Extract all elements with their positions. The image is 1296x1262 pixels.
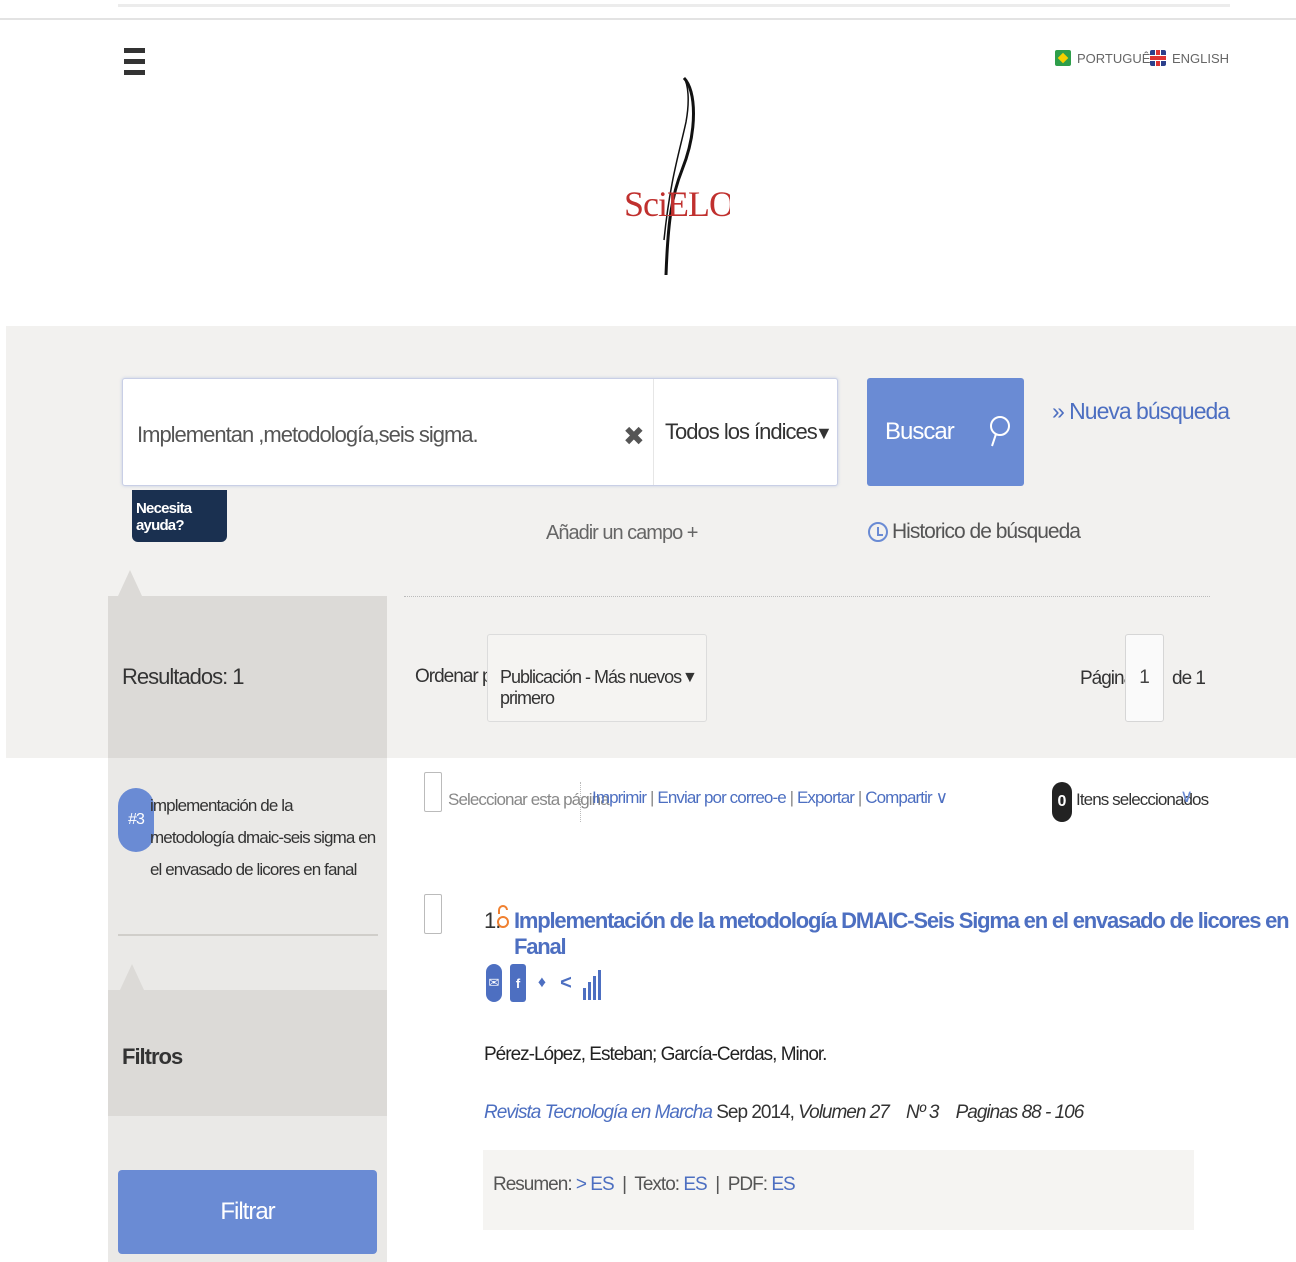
top-divider xyxy=(118,4,1230,7)
metrics-icon[interactable] xyxy=(582,964,602,1002)
result-checkbox[interactable] xyxy=(424,894,442,934)
select-page-checkbox[interactable] xyxy=(424,772,442,812)
language-portuguese[interactable]: PORTUGUÊS xyxy=(1055,50,1159,66)
link-separator: | xyxy=(789,788,794,807)
search-box: ✖ Todos los índices ▼ xyxy=(122,378,838,486)
result-source: Revista Tecnología en Marcha Sep 2014, V… xyxy=(484,1102,1085,1124)
language-english[interactable]: ENGLISH xyxy=(1150,50,1229,66)
link-separator: | xyxy=(650,788,654,807)
query-history-text[interactable]: implementación de la metodología dmaic-s… xyxy=(150,790,380,886)
page-input[interactable]: 1 xyxy=(1125,634,1164,722)
share-icon[interactable]: < xyxy=(558,964,574,1002)
results-divider xyxy=(404,596,1210,597)
panel-pointer xyxy=(120,964,144,990)
result-title-link[interactable]: Implementación de la metodología DMAIC-S… xyxy=(514,908,1296,960)
email-link[interactable]: Enviar por correo-e xyxy=(657,788,786,807)
query-history-panel: #3 implementación de la metodología dmai… xyxy=(108,758,387,990)
new-search-link[interactable]: » Nueva búsqueda xyxy=(1052,398,1230,425)
filters-panel: Filtros xyxy=(108,990,387,1116)
export-link[interactable]: Exportar xyxy=(797,788,855,807)
search-history-link[interactable]: Historico de búsqueda xyxy=(868,520,1081,544)
search-button-label: Buscar xyxy=(885,418,955,445)
brazil-flag-icon xyxy=(1055,50,1071,66)
toolbar-divider xyxy=(580,782,581,822)
clear-icon[interactable]: ✖ xyxy=(623,421,645,452)
chevron-down-icon[interactable]: ∨ xyxy=(936,788,948,807)
toolbar-links: Imprimir | Enviar por correo-e | Exporta… xyxy=(592,788,948,808)
order-select[interactable]: Publicación - Más nuevos primero ▼ xyxy=(487,634,707,722)
result-authors: Pérez-López, Esteban; García-Cerdas, Min… xyxy=(484,1044,827,1065)
results-count: Resultados: 1 xyxy=(122,664,245,689)
index-select[interactable]: Todos los índices xyxy=(665,419,818,445)
selected-count-badge: 0 xyxy=(1052,782,1072,822)
search-icon xyxy=(990,416,1010,447)
menu-icon[interactable] xyxy=(124,48,146,78)
journal-link[interactable]: Revista Tecnología en Marcha xyxy=(484,1102,713,1123)
add-field-link[interactable]: Añadir un campo + xyxy=(546,522,698,545)
print-link[interactable]: Imprimir xyxy=(592,788,647,807)
results-count-panel: Resultados: 1 xyxy=(108,596,387,758)
uk-flag-icon xyxy=(1150,50,1166,66)
logo-text: SciELO xyxy=(624,184,730,224)
select-page-label[interactable]: Seleccionar esta página xyxy=(448,790,610,810)
twitter-icon[interactable]: ♦ xyxy=(534,964,550,1002)
order-value: Publicación - Más nuevos primero xyxy=(500,667,682,708)
search-history-label: Historico de búsqueda xyxy=(892,520,1081,543)
volume: Volumen 27 xyxy=(798,1102,890,1123)
publication-date: Sep 2014, xyxy=(716,1102,795,1123)
search-divider xyxy=(653,379,654,485)
search-input[interactable] xyxy=(137,415,617,455)
header-divider xyxy=(0,18,1296,20)
abstract-link[interactable]: > ES xyxy=(576,1174,615,1195)
link-separator: | xyxy=(857,788,862,807)
query-badge[interactable]: #3 xyxy=(118,788,154,852)
panel-divider xyxy=(118,934,378,936)
filters-title: Filtros xyxy=(122,1044,183,1069)
result-links: Resumen: > ES | Texto: ES | PDF: ES xyxy=(493,1174,796,1195)
chevron-down-icon[interactable]: ∨ xyxy=(1180,786,1193,807)
caret-down-icon: ▼ xyxy=(682,669,698,686)
pdf-link[interactable]: ES xyxy=(771,1174,795,1195)
share-icons: ✉ f ♦ < xyxy=(486,964,602,1002)
fulltext-link[interactable]: ES xyxy=(683,1174,707,1195)
abstract-label: Resumen: xyxy=(493,1174,573,1195)
language-label: PORTUGUÊS xyxy=(1077,50,1160,66)
filter-action-area: Filtrar xyxy=(108,1116,387,1262)
share-link[interactable]: Compartir xyxy=(865,788,932,807)
facebook-icon[interactable]: f xyxy=(510,964,526,1002)
page-range: Paginas 88 - 106 xyxy=(955,1102,1085,1123)
result-links-box: Resumen: > ES | Texto: ES | PDF: ES xyxy=(483,1150,1194,1230)
panel-pointer xyxy=(118,570,142,596)
scielo-logo[interactable]: SciELO xyxy=(610,70,730,280)
language-label: ENGLISH xyxy=(1172,50,1230,66)
filter-button[interactable]: Filtrar xyxy=(118,1170,377,1254)
pdf-label: PDF: xyxy=(727,1174,768,1195)
history-icon xyxy=(868,522,888,542)
caret-down-icon[interactable]: ▼ xyxy=(815,423,833,444)
search-button[interactable]: Buscar xyxy=(867,378,1024,486)
help-button[interactable]: Necesita ayuda? xyxy=(132,490,227,542)
open-access-icon xyxy=(497,905,509,928)
page-total: de 1 xyxy=(1172,668,1206,689)
issue-number: Nº 3 xyxy=(905,1102,940,1123)
email-share-icon[interactable]: ✉ xyxy=(486,964,502,1002)
text-label: Texto: xyxy=(634,1174,680,1195)
